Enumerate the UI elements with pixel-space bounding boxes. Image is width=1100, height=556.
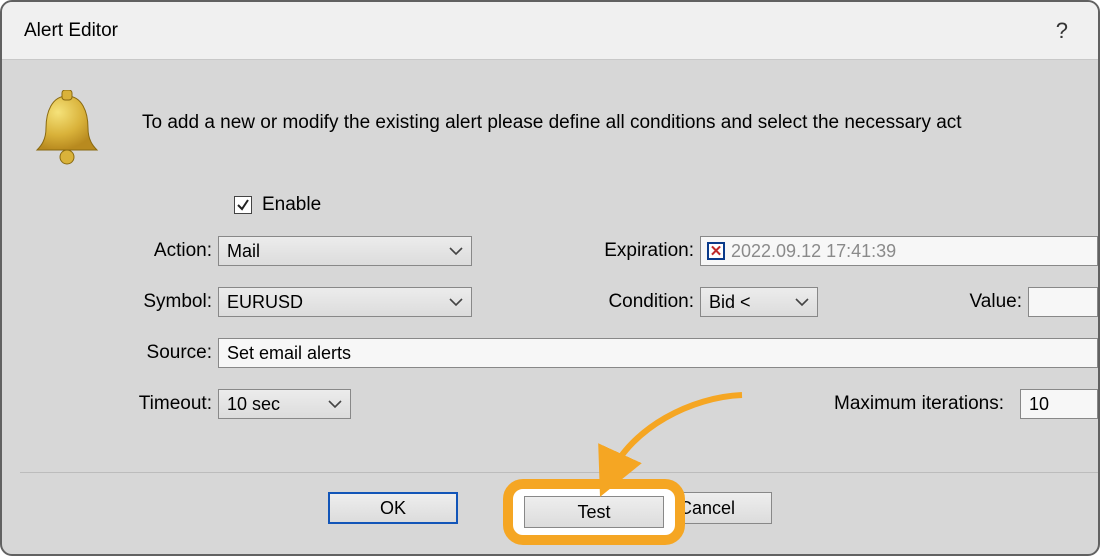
timeout-label: Timeout: — [2, 393, 218, 415]
alert-editor-window: Alert Editor ? To add a new or modify th… — [0, 0, 1100, 556]
description-text: To add a new or modify the existing aler… — [142, 112, 962, 134]
enable-row: Enable — [234, 194, 1098, 216]
maxiter-label: Maximum iterations: — [834, 393, 1010, 415]
action-label: Action: — [2, 240, 218, 262]
maxiter-input[interactable]: 10 — [1020, 389, 1098, 419]
source-value: Set email alerts — [227, 343, 351, 364]
condition-label: Condition: — [572, 291, 700, 313]
highlight-ring: Test — [503, 479, 685, 545]
source-label: Source: — [2, 342, 218, 364]
window-title: Alert Editor — [24, 20, 118, 42]
check-icon — [236, 198, 250, 212]
x-icon: ✕ — [710, 244, 723, 259]
divider — [20, 472, 1098, 473]
condition-value: Bid < — [709, 292, 751, 313]
cancel-label: Cancel — [679, 498, 735, 519]
expiration-disable-checkbox[interactable]: ✕ — [707, 242, 725, 260]
action-combo[interactable]: Mail — [218, 236, 472, 266]
symbol-combo[interactable]: EURUSD — [218, 287, 472, 317]
timeout-combo[interactable]: 10 sec — [218, 389, 351, 419]
symbol-label: Symbol: — [2, 291, 218, 313]
expiration-label: Expiration: — [572, 240, 700, 262]
timeout-value: 10 sec — [227, 394, 280, 415]
chevron-down-icon — [328, 399, 342, 409]
test-button[interactable]: Test — [524, 496, 664, 528]
bell-icon — [32, 90, 102, 175]
value-label: Value: — [936, 291, 1028, 313]
value-input[interactable] — [1028, 287, 1098, 317]
test-label: Test — [577, 502, 610, 523]
chevron-down-icon — [795, 297, 809, 307]
ok-button[interactable]: OK — [328, 492, 458, 524]
symbol-value: EURUSD — [227, 292, 303, 313]
titlebar: Alert Editor ? — [2, 2, 1098, 60]
action-value: Mail — [227, 241, 260, 262]
expiration-field[interactable]: ✕ 2022.09.12 17:41:39 — [700, 236, 1098, 266]
help-button[interactable]: ? — [1048, 14, 1076, 48]
chevron-down-icon — [449, 297, 463, 307]
enable-label: Enable — [262, 194, 321, 216]
condition-combo[interactable]: Bid < — [700, 287, 818, 317]
form-area: Enable Action: Mail Expiration: ✕ 2022.0… — [2, 194, 1098, 439]
chevron-down-icon — [449, 246, 463, 256]
source-input[interactable]: Set email alerts — [218, 338, 1098, 368]
enable-checkbox[interactable] — [234, 196, 252, 214]
ok-label: OK — [380, 498, 406, 519]
expiration-value: 2022.09.12 17:41:39 — [731, 241, 896, 262]
maxiter-value: 10 — [1029, 394, 1049, 415]
